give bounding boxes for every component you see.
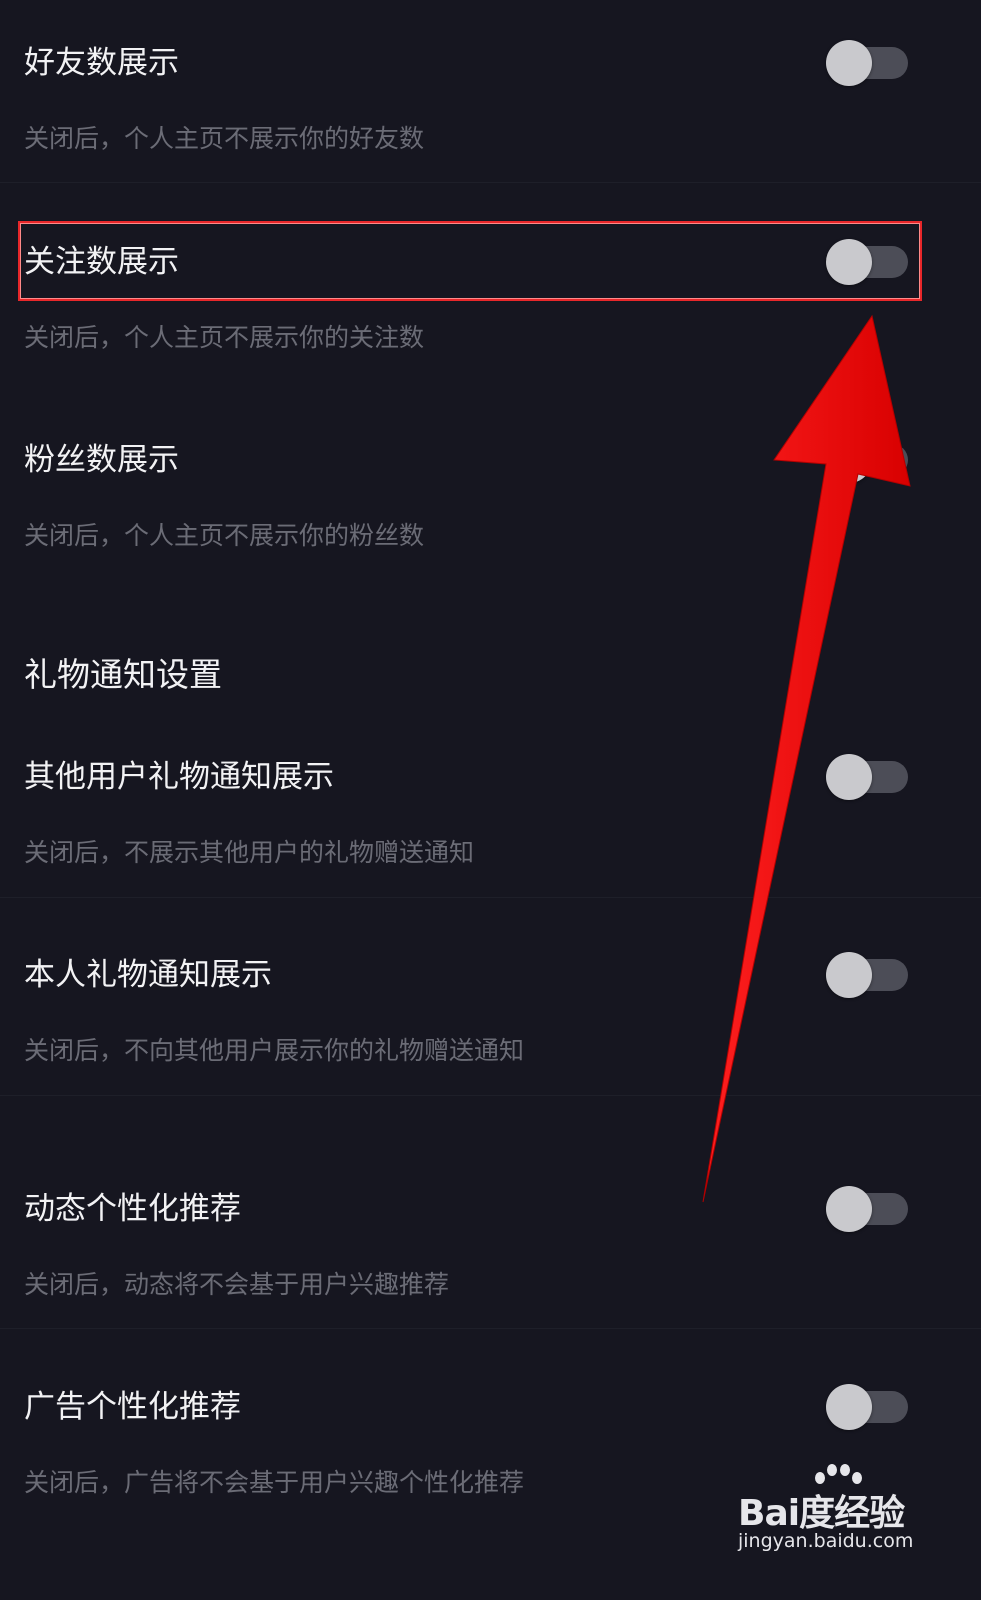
pointer-arrow-icon [702,314,911,1203]
watermark-logo: Bai度经验 [738,1493,905,1534]
watermark-url: jingyan.baidu.com [738,1530,914,1552]
baidu-jingyan-watermark: Bai度经验 jingyan.baidu.com [738,1462,978,1572]
